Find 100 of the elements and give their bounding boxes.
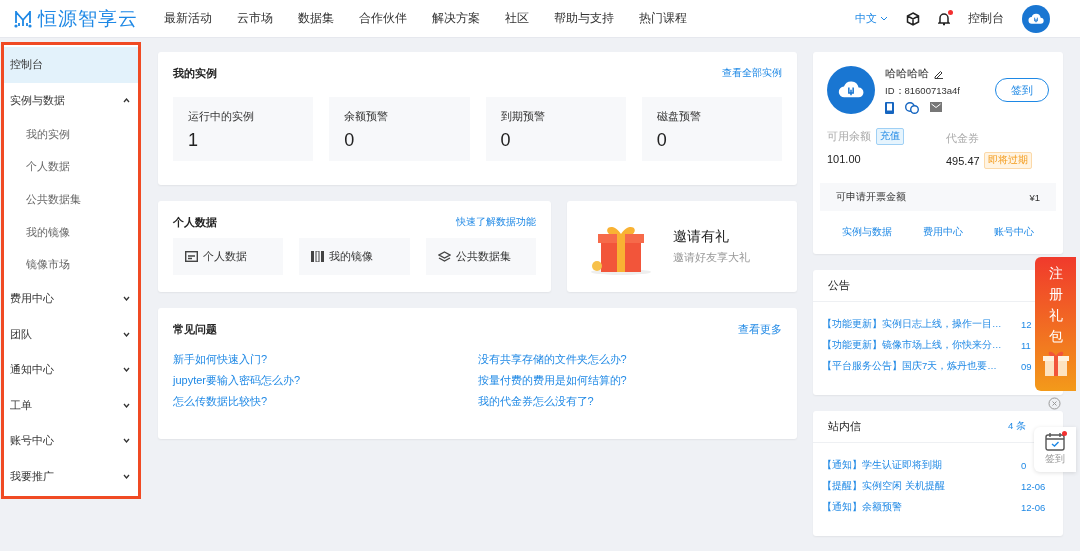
logo-icon	[14, 8, 32, 29]
data-shortcut[interactable]: 我的镜像	[299, 238, 410, 275]
profile-link[interactable]: 实例与数据	[842, 226, 893, 239]
faq-link[interactable]: 怎么传数据比较快?	[173, 395, 268, 407]
announcement-link[interactable]: 【功能更新】镜像市场上线，你快来分…	[822, 339, 1002, 352]
nav-link[interactable]: 最新活动	[164, 10, 212, 27]
mail-icon[interactable]	[930, 102, 942, 112]
sidebar-item[interactable]: 费用中心	[4, 280, 138, 317]
invite-subtitle: 邀请好友享大礼	[673, 250, 750, 265]
profile-link[interactable]: 账号中心	[993, 226, 1034, 239]
bell-icon[interactable]	[938, 11, 950, 26]
sidebar-subitem[interactable]: 我的镜像	[4, 215, 138, 249]
logo-text[interactable]: 恒源智享云	[38, 5, 138, 32]
message-count-link[interactable]: 4 条	[1008, 420, 1026, 433]
invoice-amount: ¥1	[1029, 191, 1040, 203]
console-link[interactable]: 控制台	[968, 10, 1004, 27]
profile-link[interactable]: 费用中心	[923, 226, 963, 239]
faq-link[interactable]: jupyter要输入密码怎么办?	[173, 374, 301, 386]
register-gift-banner[interactable]: 注册礼包	[1035, 257, 1076, 391]
message-link[interactable]: 【提醒】实例空闲 关机提醒	[822, 480, 945, 493]
message-date: 0	[1021, 460, 1028, 471]
sidebar-item[interactable]: 我要推广	[4, 458, 138, 494]
voucher-value: 495.47	[946, 154, 980, 167]
sidebar-item[interactable]: 通知中心	[4, 351, 138, 388]
calendar-icon	[1045, 433, 1065, 451]
columns-icon	[311, 251, 325, 262]
profile-avatar	[827, 66, 875, 114]
sign-in-button[interactable]: 签到	[995, 78, 1049, 102]
recharge-button[interactable]: 充值	[876, 128, 904, 145]
faq-link[interactable]: 没有共享存储的文件夹怎么办?	[477, 353, 627, 365]
invite-title: 邀请有礼	[673, 228, 730, 246]
invoice-label: 可申请开票金额	[836, 190, 906, 204]
announcement-date: 09	[1021, 361, 1033, 372]
card-title: 我的实例	[173, 66, 217, 81]
sidebar-subitem[interactable]: 我的实例	[4, 118, 138, 151]
chevron-icon	[123, 296, 130, 302]
user-name: 哈哈哈哈	[885, 66, 929, 81]
sidebar-subitem[interactable]: 镜像市场	[4, 248, 138, 281]
stat-value: 0	[656, 130, 668, 151]
voucher-label: 代金券	[946, 132, 979, 144]
more-link[interactable]: 查看更多	[738, 322, 782, 337]
faq-link[interactable]: 按量付费的费用是如何结算的?	[477, 374, 627, 386]
sidebar-item[interactable]: 团队	[4, 316, 138, 352]
faq-link[interactable]: 新手如何快速入门?	[173, 353, 268, 365]
invite-card[interactable]: 邀请有礼 邀请好友享大礼	[567, 201, 797, 292]
message-link[interactable]: 【通知】学生认证即将到期	[822, 459, 942, 472]
announcement-link[interactable]: 【功能更新】实例日志上线，操作一目…	[822, 318, 1002, 331]
chevron-icon	[880, 16, 888, 21]
sidebar-subitem[interactable]: 公共数据集	[4, 183, 138, 216]
gift-box-icon	[1040, 349, 1071, 377]
chevron-icon	[123, 402, 130, 408]
chevron-icon	[123, 438, 130, 444]
sidebar-item[interactable]: 工单	[4, 387, 138, 423]
nav-link[interactable]: 解决方案	[432, 10, 480, 27]
message-link[interactable]: 【通知】余额预警	[822, 501, 902, 514]
card-title: 公告	[828, 278, 850, 293]
phone-icon[interactable]	[885, 102, 894, 114]
chevron-icon	[123, 367, 130, 373]
stat-value: 1	[188, 130, 199, 151]
avatar[interactable]	[1022, 4, 1050, 33]
chat-icon[interactable]	[905, 102, 919, 114]
language-select[interactable]: 中文	[855, 11, 888, 26]
sidebar-subitem[interactable]: 个人数据	[4, 150, 138, 184]
sidebar-item[interactable]: 实例与数据	[4, 82, 138, 119]
nav-link[interactable]: 热门课程	[639, 10, 687, 27]
sidebar-item[interactable]: 控制台	[4, 47, 138, 83]
nav-link[interactable]: 云市场	[237, 10, 273, 27]
sidebar-item[interactable]: 账号中心	[4, 422, 138, 459]
data-shortcut[interactable]: 个人数据	[173, 238, 284, 275]
announcement-date: 12	[1021, 319, 1033, 330]
chevron-icon	[123, 97, 130, 103]
expiring-badge: 即将过期	[983, 152, 1032, 169]
message-date: 12-06	[1021, 502, 1047, 513]
layers-icon	[437, 250, 451, 263]
stat-value: 0	[344, 130, 356, 151]
card-title: 个人数据	[173, 215, 217, 230]
stat-label: 磁盘预警	[656, 109, 702, 124]
edit-icon[interactable]	[934, 68, 944, 79]
nav-link[interactable]: 社区	[505, 10, 529, 27]
announcement-date: 11	[1021, 340, 1032, 351]
card-title: 站内信	[828, 419, 861, 434]
nav-link[interactable]: 帮助与支持	[554, 10, 614, 27]
stat-value: 0	[500, 130, 512, 151]
announcement-link[interactable]: 【平台服务公告】国庆7天，炼丹也要…	[822, 360, 997, 373]
nav-link[interactable]: 数据集	[298, 10, 334, 27]
faq-link[interactable]: 我的代金券怎么没有了?	[477, 395, 594, 407]
panel-icon	[185, 251, 198, 262]
card-title: 常见问题	[173, 322, 217, 337]
balance-value: 101.00	[827, 153, 861, 165]
nav-link[interactable]: 合作伙伴	[359, 10, 407, 27]
view-all-link[interactable]: 查看全部实例	[722, 67, 782, 80]
cube-icon[interactable]	[906, 11, 920, 26]
user-id: ID：81600713a4f	[885, 85, 961, 98]
stat-label: 余额预警	[344, 109, 390, 124]
stat-label: 运行中的实例	[188, 109, 255, 124]
learn-link[interactable]: 快速了解数据功能	[456, 216, 536, 229]
data-shortcut[interactable]: 公共数据集	[425, 238, 536, 275]
chevron-icon	[123, 473, 130, 479]
message-date: 12-06	[1021, 481, 1047, 492]
chevron-icon	[123, 331, 130, 337]
